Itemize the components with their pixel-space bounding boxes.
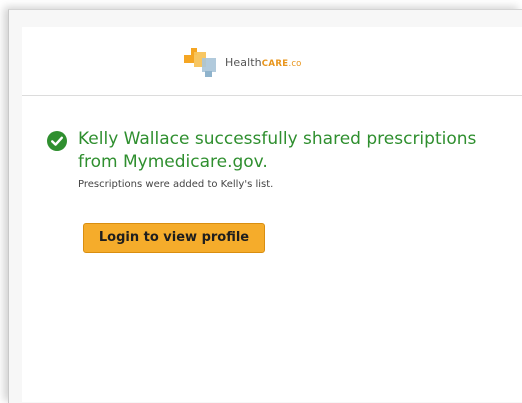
- check-circle-icon: [47, 131, 67, 151]
- healthcare-logo-icon: [181, 46, 221, 78]
- login-to-view-profile-button[interactable]: Login to view profile: [83, 223, 265, 253]
- logo-text: HealthCARE.co: [225, 56, 301, 69]
- content-panel: HealthCARE.co Kelly Wallace successfully…: [22, 27, 522, 402]
- success-message: Kelly Wallace successfully shared prescr…: [78, 129, 477, 172]
- logo-text-care: CARE: [261, 58, 289, 69]
- healthcare-logo: HealthCARE.co: [181, 46, 301, 78]
- page-header: HealthCARE.co: [22, 27, 522, 96]
- logo-text-health: Health: [225, 55, 262, 69]
- prescriptions-added-note: Prescriptions were added to Kelly's list…: [78, 179, 274, 190]
- window-frame: HealthCARE.co Kelly Wallace successfully…: [8, 9, 522, 403]
- logo-text-suffix: .co: [288, 58, 302, 69]
- screen: HealthCARE.co Kelly Wallace successfully…: [0, 0, 522, 403]
